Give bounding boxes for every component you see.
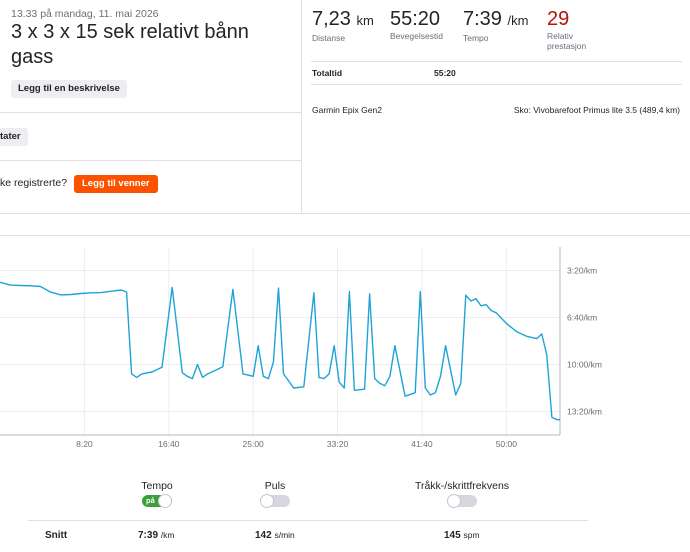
activity-info-pane: 13.33 på mandag, 11. mai 2026 3 x 3 x 15…: [0, 0, 302, 214]
stat-relative-effort[interactable]: 29 Relativ prestasjon: [547, 8, 607, 51]
x-tick-label: 50:00: [496, 439, 518, 449]
toggle-pace[interactable]: Tempo på: [140, 480, 174, 508]
average-value: 145: [444, 530, 461, 541]
stat-label: Relativ prestasjon: [547, 31, 587, 51]
stat-label: Tempo: [463, 33, 489, 43]
toggle-label: Tempo: [141, 480, 173, 492]
stat-value: 29: [547, 8, 570, 30]
average-value: 142: [255, 530, 272, 541]
x-tick-label: 25:00: [243, 439, 265, 449]
divider: [311, 61, 682, 62]
average-hr: 142 s/min: [255, 530, 295, 541]
divider: [311, 84, 682, 85]
averages-label: Snitt: [45, 530, 68, 541]
tag-button[interactable]: tater: [0, 128, 28, 146]
x-tick-label: 33:20: [327, 439, 349, 449]
pace-chart[interactable]: 8:20 16:40 25:00 33:20 41:40 50:00 3:20/km 6:40…: [0, 235, 690, 457]
register-prompt: ke registrerte?: [0, 177, 68, 189]
total-time-value: 55:20: [434, 68, 456, 78]
stat-unit: /km: [507, 13, 529, 28]
x-tick-label: 16:40: [158, 439, 180, 449]
total-time-label: Totaltid: [312, 68, 343, 78]
y-tick-label: 13:20/km: [567, 407, 602, 417]
toggle-cadence[interactable]: Tråkk-/skrittfrekvens: [412, 480, 512, 508]
average-unit: spm: [463, 530, 480, 540]
x-tick-label: 41:40: [411, 439, 433, 449]
toggle-label: Tråkk-/skrittfrekvens: [414, 480, 510, 492]
divider: [0, 112, 302, 113]
average-value: 7:39: [138, 530, 159, 541]
stat-unit: km: [356, 13, 374, 28]
stat-value: 7,23: [312, 8, 351, 30]
stat-moving-time: 55:20 Bevegelsestid: [390, 8, 443, 41]
stat-label: Bevegelsestid: [390, 31, 443, 41]
average-cadence: 145 spm: [444, 530, 480, 541]
add-description-button[interactable]: Legg til en beskrivelse: [11, 80, 127, 98]
toggle-knob: [158, 494, 172, 508]
add-friends-button[interactable]: Legg til venner: [74, 175, 158, 193]
average-unit: s/min: [274, 530, 295, 540]
chart-toggles: Tempo på Puls Tråkk-/skrittfrekvens: [0, 480, 690, 520]
toggle-switch-hr[interactable]: [260, 494, 290, 508]
divider: [0, 160, 302, 161]
toggle-switch-cadence[interactable]: [447, 494, 477, 508]
stat-label: Distanse: [312, 33, 346, 43]
activity-datetime: 13.33 på mandag, 11. mai 2026: [11, 8, 159, 20]
stat-distance: 7,23 km Distanse: [312, 8, 374, 43]
device-name: Garmin Epix Gen2: [312, 105, 382, 115]
y-tick-label: 3:20/km: [567, 266, 597, 276]
toggle-hr[interactable]: Puls: [258, 480, 292, 508]
activity-title[interactable]: 3 x 3 x 15 sek relativt bånn gass: [11, 20, 296, 70]
average-unit: /km: [160, 530, 175, 540]
divider: [28, 520, 588, 521]
shoes-info[interactable]: Sko: Vivobarefoot Primus lite 3.5 (489,4…: [514, 105, 680, 115]
average-pace: 7:39 /km: [138, 530, 175, 541]
toggle-knob: [260, 494, 274, 508]
toggle-knob: [447, 494, 461, 508]
stat-value: 55:20: [390, 8, 441, 30]
toggle-switch-pace[interactable]: på: [142, 494, 172, 508]
toggle-label: Puls: [264, 480, 286, 492]
y-tick-label: 6:40/km: [567, 313, 597, 323]
stat-pace: 7:39 /km Tempo: [463, 8, 528, 43]
stat-value: 7:39: [463, 8, 502, 30]
x-tick-label: 8:20: [76, 439, 93, 449]
y-tick-label: 10:00/km: [567, 360, 602, 370]
toggle-state: på: [146, 496, 155, 505]
